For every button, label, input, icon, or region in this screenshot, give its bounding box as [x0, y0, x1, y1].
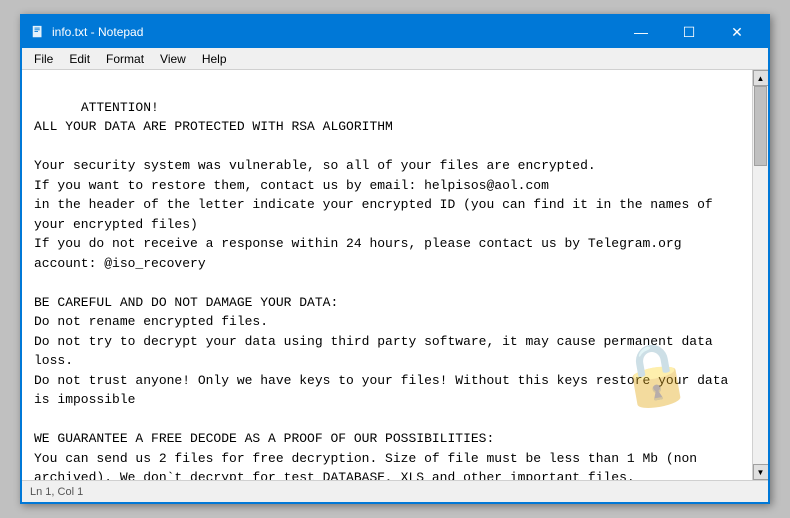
maximize-button[interactable]: ☐	[666, 18, 712, 46]
scroll-thumb[interactable]	[754, 86, 767, 166]
menu-bar: File Edit Format View Help	[22, 48, 768, 70]
title-bar: info.txt - Notepad — ☐ ✕	[22, 16, 768, 48]
window-title: info.txt - Notepad	[52, 25, 618, 39]
scrollbar[interactable]: ▲ ▼	[752, 70, 768, 480]
status-bar: Ln 1, Col 1	[22, 480, 768, 502]
menu-format[interactable]: Format	[98, 50, 152, 68]
scroll-up-button[interactable]: ▲	[753, 70, 769, 86]
minimize-button[interactable]: —	[618, 18, 664, 46]
scroll-track[interactable]	[753, 86, 768, 464]
menu-file[interactable]: File	[26, 50, 61, 68]
cursor-position: Ln 1, Col 1	[30, 486, 83, 498]
window-controls: — ☐ ✕	[618, 18, 760, 46]
menu-edit[interactable]: Edit	[61, 50, 98, 68]
notepad-icon	[30, 24, 46, 40]
menu-help[interactable]: Help	[194, 50, 235, 68]
text-editor[interactable]: ATTENTION! ALL YOUR DATA ARE PROTECTED W…	[22, 70, 752, 480]
scroll-down-button[interactable]: ▼	[753, 464, 769, 480]
close-button[interactable]: ✕	[714, 18, 760, 46]
content-area: ATTENTION! ALL YOUR DATA ARE PROTECTED W…	[22, 70, 768, 480]
menu-view[interactable]: View	[152, 50, 194, 68]
ransom-note-text: ATTENTION! ALL YOUR DATA ARE PROTECTED W…	[34, 100, 728, 481]
notepad-window: info.txt - Notepad — ☐ ✕ File Edit Forma…	[20, 14, 770, 504]
